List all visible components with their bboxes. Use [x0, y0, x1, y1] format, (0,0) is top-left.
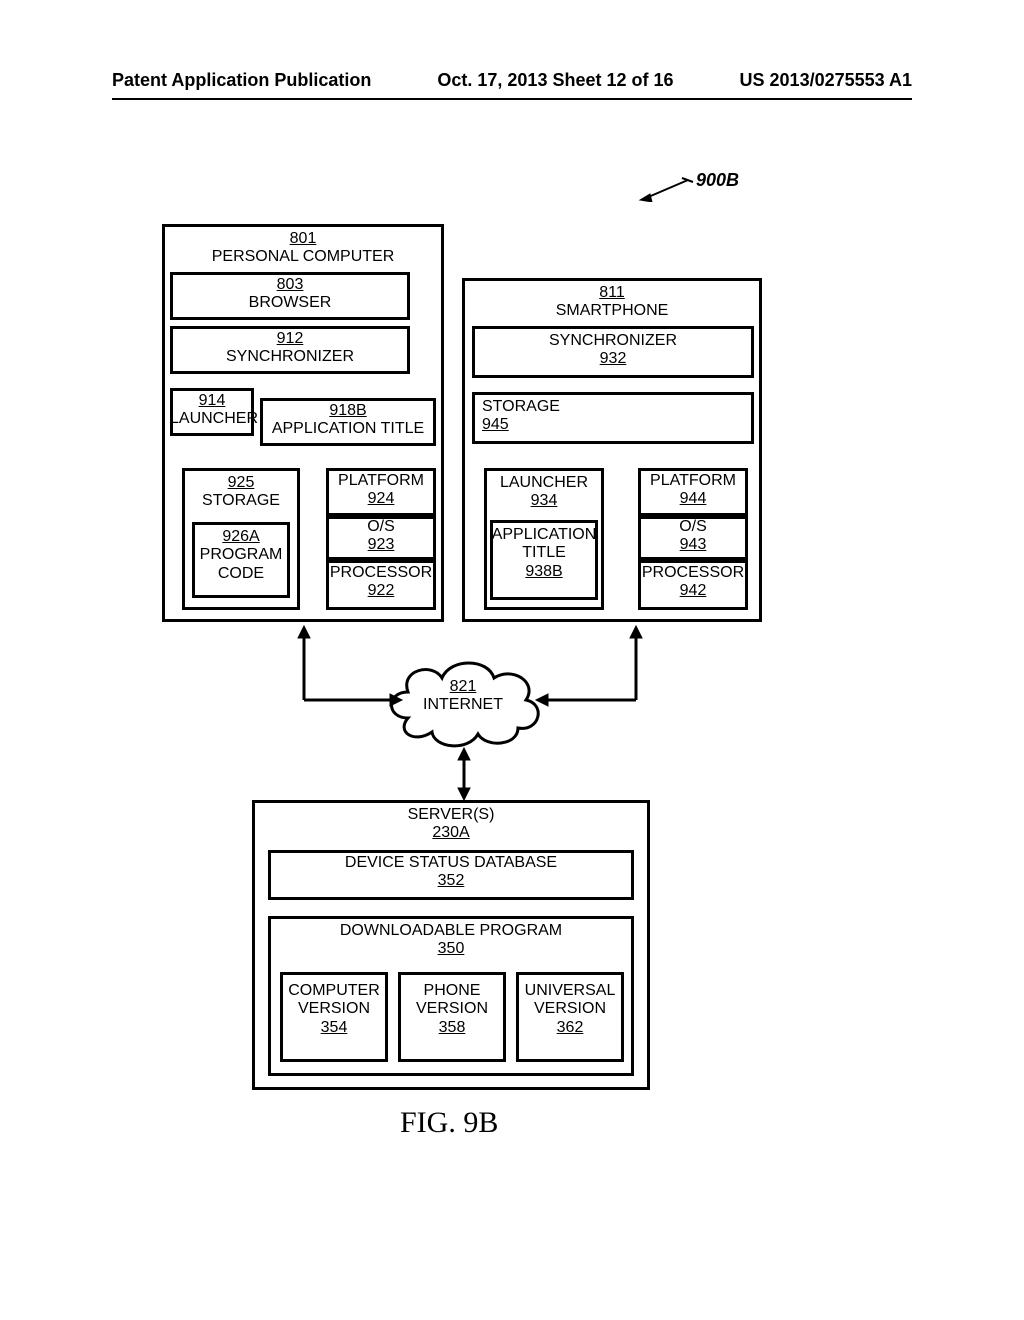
phone-sync-num: 932	[600, 350, 627, 367]
phone-launcher-label: LAUNCHER	[500, 474, 588, 491]
phone-sync-label: SYNCHRONIZER	[549, 332, 677, 349]
server-v2-num: 358	[439, 1019, 466, 1036]
arrow-pc-cloud	[294, 622, 414, 712]
browser-num: 803	[277, 276, 304, 293]
server-v1-num: 354	[321, 1019, 348, 1036]
pc-apptitle-title: 918B APPLICATION TITLE	[260, 402, 436, 439]
pc-platform-label: PLATFORM	[338, 472, 424, 489]
pc-sync-label: SYNCHRONIZER	[226, 348, 354, 365]
server-num: 230A	[432, 824, 469, 841]
server-v3-label1: UNIVERSAL	[525, 982, 616, 999]
pc-sync-num: 912	[277, 330, 304, 347]
pc-progcode-label1: PROGRAM	[200, 546, 283, 563]
pc-apptitle-num: 918B	[329, 402, 366, 419]
server-db-label: DEVICE STATUS DATABASE	[345, 854, 557, 871]
reference-pointer-arrow	[638, 176, 694, 202]
pc-progcode-title: 926A PROGRAM CODE	[192, 528, 290, 583]
phone-apptitle-label1: APPLICATION	[492, 526, 597, 543]
pc-title: 801 PERSONAL COMPUTER	[162, 230, 444, 267]
phone-platform-num: 944	[680, 490, 707, 507]
server-v2-label1: PHONE	[424, 982, 481, 999]
page-header: Patent Application Publication Oct. 17, …	[0, 70, 1024, 91]
pc-progcode-label2: CODE	[218, 565, 264, 582]
server-v1-label1: COMPUTER	[288, 982, 380, 999]
pc-platform-title: PLATFORM 924	[326, 472, 436, 509]
page: Patent Application Publication Oct. 17, …	[0, 0, 1024, 1320]
pc-apptitle-label: APPLICATION TITLE	[272, 420, 424, 437]
server-v1-title: COMPUTER VERSION 354	[280, 982, 388, 1037]
phone-proc-num: 942	[680, 582, 707, 599]
phone-os-num: 943	[680, 536, 707, 553]
server-db-title: DEVICE STATUS DATABASE 352	[268, 854, 634, 891]
header-left: Patent Application Publication	[112, 70, 371, 91]
phone-storage-num: 945	[482, 416, 509, 433]
phone-launcher-num: 934	[531, 492, 558, 509]
phone-sync-title: SYNCHRONIZER 932	[472, 332, 754, 369]
phone-launcher-title: LAUNCHER 934	[484, 474, 604, 511]
server-dl-title: DOWNLOADABLE PROGRAM 350	[268, 922, 634, 959]
server-v3-title: UNIVERSAL VERSION 362	[516, 982, 624, 1037]
pc-progcode-num: 926A	[222, 528, 259, 545]
pc-os-label: O/S	[367, 518, 395, 535]
phone-apptitle-label2: TITLE	[522, 544, 566, 561]
cloud-label: INTERNET	[423, 696, 503, 713]
pc-sync-title: 912 SYNCHRONIZER	[170, 330, 410, 367]
cloud-num: 821	[450, 678, 477, 695]
phone-title: 811 SMARTPHONE	[462, 284, 762, 321]
server-v1-label2: VERSION	[298, 1000, 370, 1017]
pc-proc-title: PROCESSOR 922	[326, 564, 436, 601]
phone-storage-title: STORAGE 945	[482, 398, 582, 435]
phone-platform-title: PLATFORM 944	[638, 472, 748, 509]
phone-apptitle-title: APPLICATION TITLE 938B	[490, 526, 598, 581]
header-rule	[112, 98, 912, 100]
header-mid: Oct. 17, 2013 Sheet 12 of 16	[437, 70, 673, 91]
browser-label: BROWSER	[249, 294, 332, 311]
pc-launcher-num: 914	[199, 392, 226, 409]
server-v3-num: 362	[557, 1019, 584, 1036]
phone-num: 811	[599, 284, 625, 301]
phone-proc-title: PROCESSOR 942	[638, 564, 748, 601]
phone-storage-label: STORAGE	[482, 398, 560, 415]
phone-apptitle-num: 938B	[525, 563, 562, 580]
server-db-num: 352	[438, 872, 465, 889]
server-v2-title: PHONE VERSION 358	[398, 982, 506, 1037]
server-dl-label: DOWNLOADABLE PROGRAM	[340, 922, 562, 939]
browser-title: 803 BROWSER	[170, 276, 410, 313]
pc-storage-label: STORAGE	[202, 492, 280, 509]
header-right: US 2013/0275553 A1	[740, 70, 912, 91]
pc-storage-num: 925	[228, 474, 255, 491]
phone-label: SMARTPHONE	[556, 302, 669, 319]
figure-reference-number: 900B	[696, 170, 739, 191]
pc-launcher-label: LAUNCHER	[170, 410, 258, 427]
pc-label: PERSONAL COMPUTER	[212, 248, 395, 265]
pc-platform-num: 924	[368, 490, 395, 507]
pc-proc-label: PROCESSOR	[330, 564, 432, 581]
pc-os-num: 923	[368, 536, 395, 553]
phone-proc-label: PROCESSOR	[642, 564, 744, 581]
arrow-phone-cloud	[530, 622, 650, 712]
server-label: SERVER(S)	[408, 806, 495, 823]
phone-os-label: O/S	[679, 518, 707, 535]
server-v3-label2: VERSION	[534, 1000, 606, 1017]
arrow-cloud-server	[452, 746, 476, 802]
pc-storage-title: 925 STORAGE	[182, 474, 300, 511]
server-v2-label2: VERSION	[416, 1000, 488, 1017]
phone-os-title: O/S 943	[638, 518, 748, 555]
phone-platform-label: PLATFORM	[650, 472, 736, 489]
server-title: SERVER(S) 230A	[252, 806, 650, 843]
pc-launcher-title: 914 LAUNCHER	[170, 392, 254, 429]
pc-os-title: O/S 923	[326, 518, 436, 555]
figure-caption: FIG. 9B	[400, 1106, 498, 1140]
pc-num: 801	[290, 230, 317, 247]
pc-proc-num: 922	[368, 582, 395, 599]
server-dl-num: 350	[438, 940, 465, 957]
